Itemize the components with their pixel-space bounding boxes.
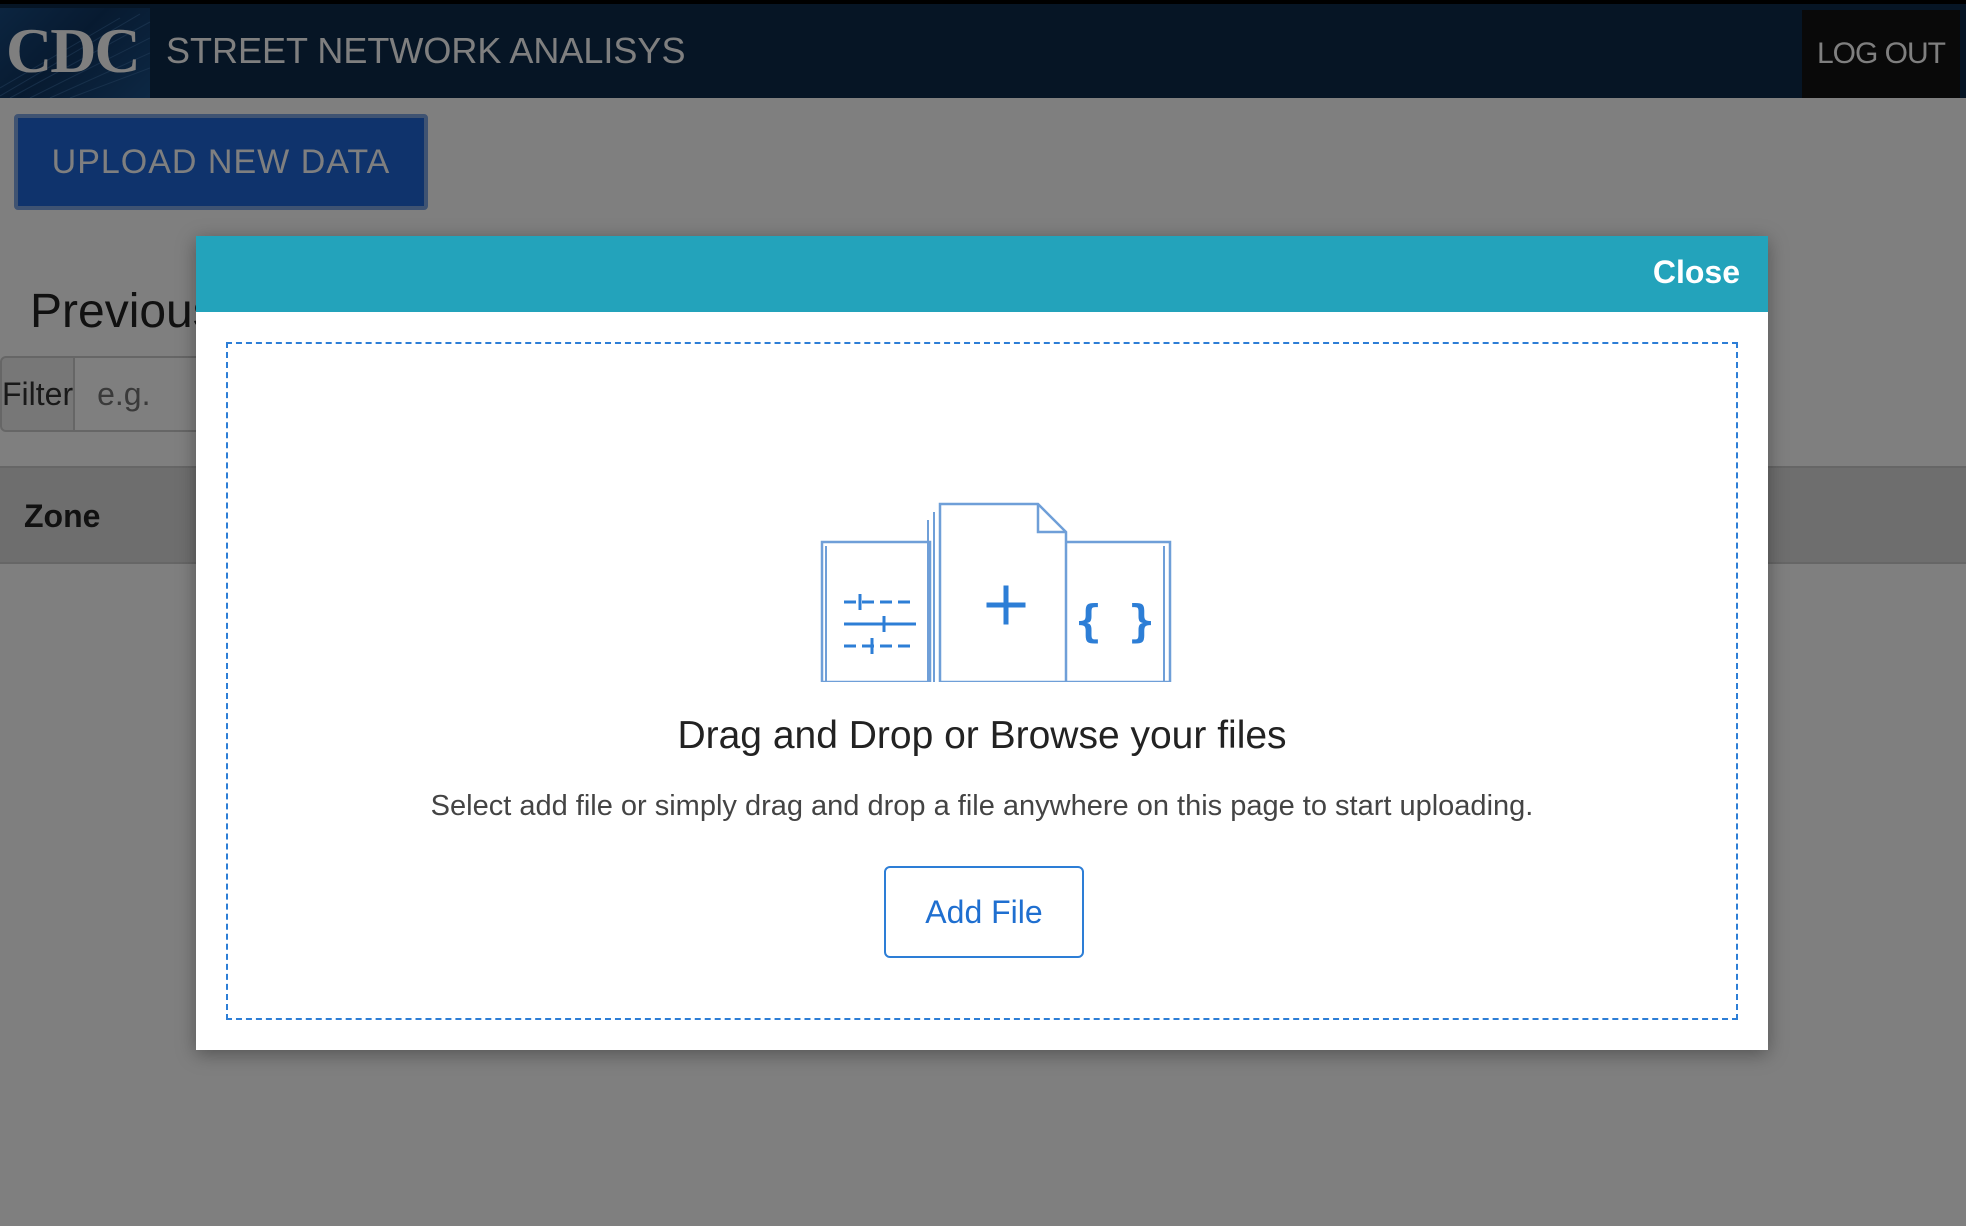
- dropzone-subtitle: Select add file or simply drag and drop …: [430, 790, 1534, 822]
- upload-illustration: { }: [820, 502, 1172, 687]
- add-file-icon: [927, 502, 1068, 684]
- modal-header: Close: [196, 236, 1768, 312]
- svg-text:{ }: { }: [1075, 596, 1154, 647]
- page: CDC STREET NETWORK ANALISYS LOG OUT UPLO…: [0, 0, 1966, 1226]
- upload-modal: Close {} Drag and Drop or Browse your f…: [196, 236, 1768, 1050]
- dropzone-title: Drag and Drop or Browse your files: [677, 714, 1287, 757]
- json-file-icon: { }: [1058, 540, 1172, 684]
- sliders-file-icon: [820, 540, 932, 684]
- file-dropzone[interactable]: { } Drag and Drop or Browse your files S…: [226, 342, 1738, 1020]
- add-file-button[interactable]: Add File: [884, 866, 1084, 958]
- close-button[interactable]: Close: [1653, 254, 1740, 291]
